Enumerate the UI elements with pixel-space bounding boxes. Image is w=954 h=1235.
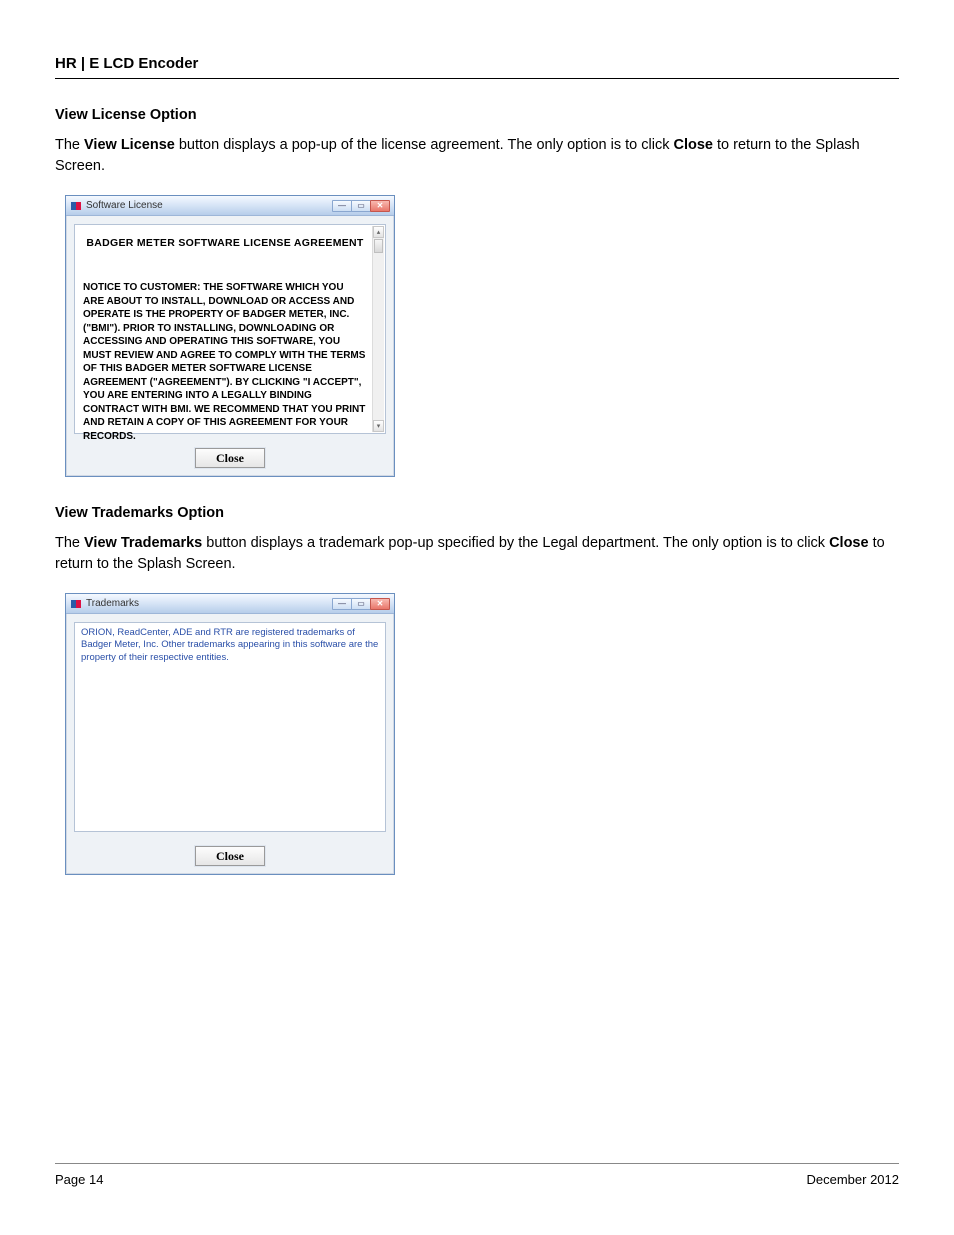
maximize-button[interactable]: ▭ <box>351 598 371 610</box>
trademarks-text: ORION, ReadCenter, ADE and RTR are regis… <box>81 627 379 664</box>
text-bold: View Trademarks <box>84 535 202 551</box>
page-header: HR | E LCD Encoder <box>55 55 899 79</box>
page-number: Page 14 <box>55 1172 103 1187</box>
minimize-button[interactable]: — <box>332 598 352 610</box>
dialog-trademarks: Trademarks — ▭ ✕ ORION, ReadCenter, ADE … <box>65 593 395 875</box>
section-heading-license: View License Option <box>55 107 899 123</box>
scrollbar[interactable]: ▴ ▾ <box>372 226 384 432</box>
license-notice-text: NOTICE TO CUSTOMER: THE SOFTWARE WHICH Y… <box>83 281 367 443</box>
scroll-down-icon[interactable]: ▾ <box>373 420 384 432</box>
trademarks-content-box: ORION, ReadCenter, ADE and RTR are regis… <box>74 622 386 832</box>
dialog-software-license: Software License — ▭ ✕ BADGER METER SOFT… <box>65 195 395 477</box>
text-bold: Close <box>674 137 714 153</box>
text: The <box>55 535 84 551</box>
dialog-title: Software License <box>86 200 333 211</box>
page-footer: Page 14 December 2012 <box>55 1163 899 1187</box>
dialog-titlebar[interactable]: Trademarks — ▭ ✕ <box>66 594 394 614</box>
text: button displays a pop-up of the license … <box>175 137 674 153</box>
scroll-thumb[interactable] <box>374 239 383 253</box>
text-bold: View License <box>84 137 175 153</box>
footer-date: December 2012 <box>807 1172 900 1187</box>
app-icon <box>70 200 82 212</box>
dialog-title: Trademarks <box>86 598 333 609</box>
app-icon <box>70 598 82 610</box>
minimize-button[interactable]: — <box>332 200 352 212</box>
text: button displays a trademark pop-up speci… <box>202 535 829 551</box>
license-agreement-title: BADGER METER SOFTWARE LICENSE AGREEMENT <box>83 237 367 249</box>
close-button[interactable]: Close <box>195 846 265 866</box>
text-bold: Close <box>829 535 869 551</box>
section1-paragraph: The View License button displays a pop-u… <box>55 135 899 177</box>
text: The <box>55 137 84 153</box>
window-close-button[interactable]: ✕ <box>370 200 390 212</box>
section-heading-trademarks: View Trademarks Option <box>55 505 899 521</box>
license-content-box: BADGER METER SOFTWARE LICENSE AGREEMENT … <box>74 224 386 434</box>
dialog-titlebar[interactable]: Software License — ▭ ✕ <box>66 196 394 216</box>
maximize-button[interactable]: ▭ <box>351 200 371 212</box>
close-button[interactable]: Close <box>195 448 265 468</box>
window-close-button[interactable]: ✕ <box>370 598 390 610</box>
section2-paragraph: The View Trademarks button displays a tr… <box>55 533 899 575</box>
scroll-up-icon[interactable]: ▴ <box>373 226 384 238</box>
